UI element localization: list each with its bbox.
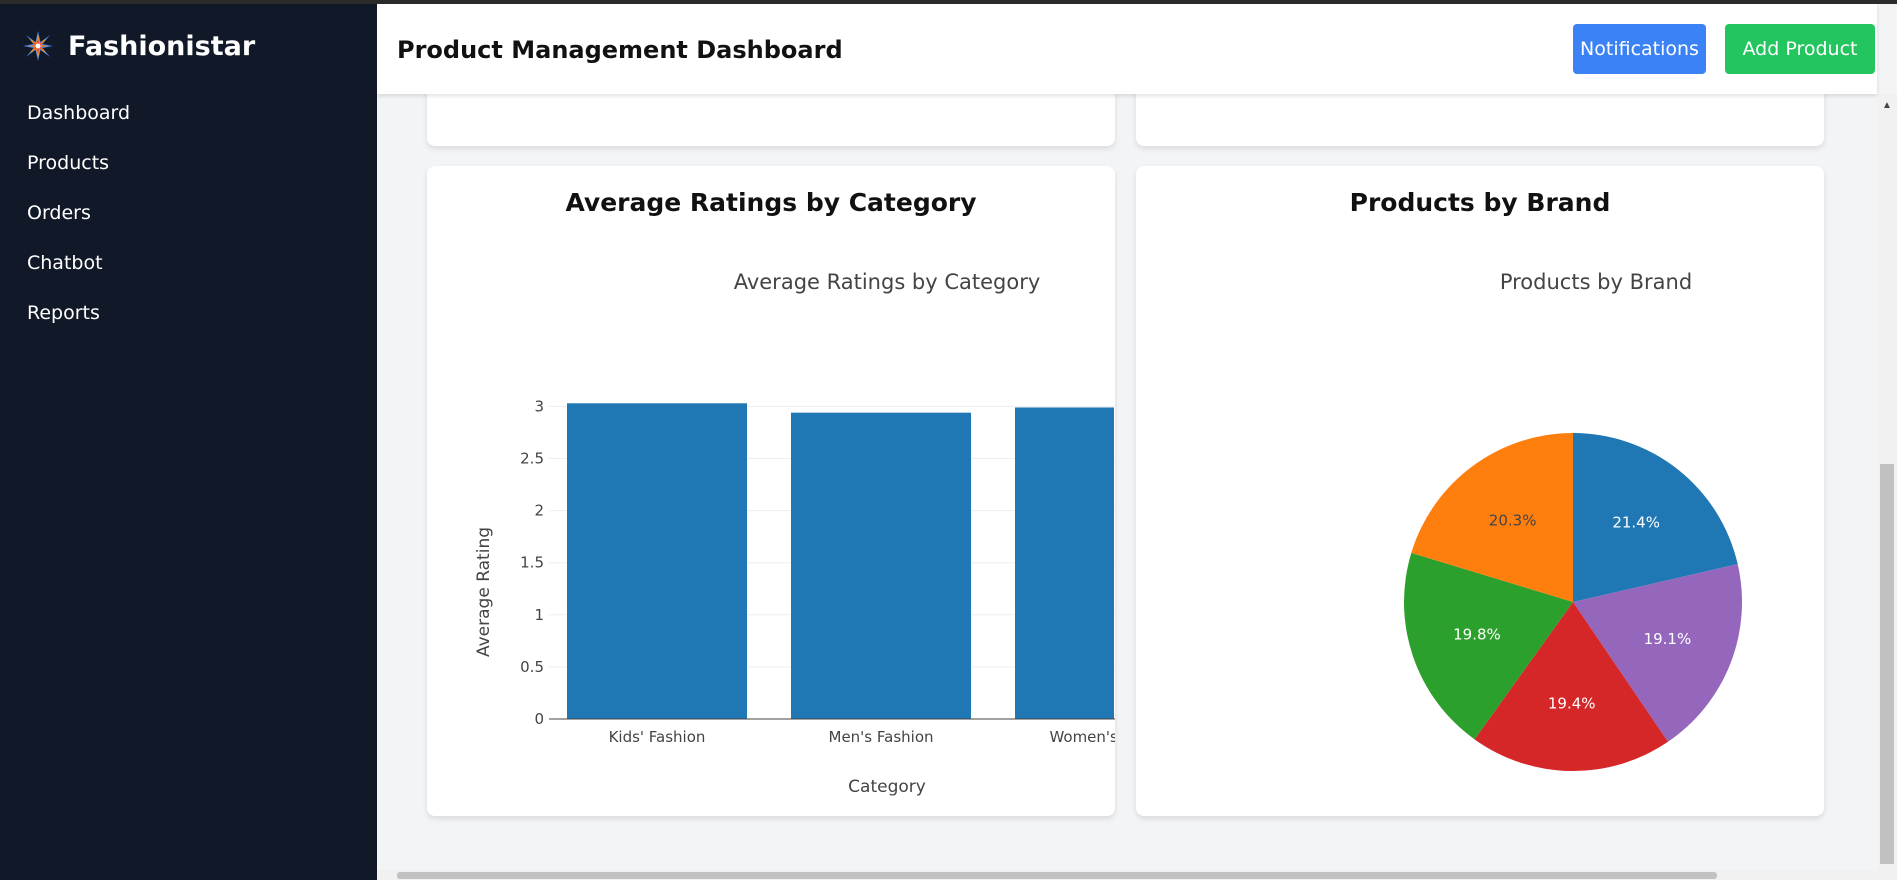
sidebar-item-dashboard[interactable]: Dashboard <box>27 96 130 146</box>
y-tick-label: 1 <box>534 606 544 624</box>
brand-card: Products by Brand Products by Brand 21.4… <box>1136 166 1824 816</box>
pie-slice-label: 19.1% <box>1644 630 1692 648</box>
y-tick-label: 0 <box>534 710 544 728</box>
sidebar: Fashionistar Dashboard Products Orders C… <box>0 4 377 880</box>
sidebar-item-orders[interactable]: Orders <box>27 196 130 246</box>
pie-slice-label: 20.3% <box>1489 512 1537 530</box>
bar[interactable] <box>791 412 971 719</box>
scroll-up-arrow-icon[interactable]: ▲ <box>1882 100 1892 111</box>
star-logo-icon <box>23 31 53 61</box>
vertical-scrollbar[interactable]: ▲ <box>1877 94 1897 880</box>
x-tick-label: Kids' Fashion <box>609 728 706 746</box>
add-product-button[interactable]: Add Product <box>1725 24 1875 74</box>
ratings-bar-chart[interactable]: Average Ratings by Category 0 0.5 1 1.5 2 2.5… <box>427 166 1115 816</box>
horizontal-scrollbar[interactable] <box>377 870 1877 880</box>
sidebar-nav: Dashboard Products Orders Chatbot Report… <box>27 96 130 346</box>
x-tick-label: Men's Fashion <box>829 728 934 746</box>
sidebar-item-products[interactable]: Products <box>27 146 130 196</box>
brand-name: Fashionistar <box>68 30 256 62</box>
x-axis-label: Category <box>848 777 926 797</box>
dashboard-content[interactable]: Average Ratings by Category Average Rati… <box>377 64 1897 880</box>
vertical-scrollbar-thumb[interactable] <box>1880 464 1894 864</box>
brand[interactable]: Fashionistar <box>22 30 255 62</box>
ratings-card: Average Ratings by Category Average Rati… <box>427 166 1115 816</box>
page-header: Product Management Dashboard Notificatio… <box>377 4 1877 94</box>
pie-slice-label: 19.4% <box>1548 694 1596 712</box>
brand-pie-chart[interactable]: Products by Brand 21.4% 19.1% 19.4% 19.8% 20… <box>1136 166 1824 816</box>
y-tick-label: 0.5 <box>520 658 544 676</box>
y-tick-label: 2 <box>534 502 544 520</box>
page-title: Product Management Dashboard <box>397 36 843 64</box>
bar[interactable] <box>567 403 747 719</box>
pie-slice-label: 19.8% <box>1453 626 1501 644</box>
notifications-button[interactable]: Notifications <box>1573 24 1706 74</box>
sidebar-item-reports[interactable]: Reports <box>27 296 130 346</box>
main-area: Product Management Dashboard Notificatio… <box>377 4 1897 880</box>
bar[interactable] <box>1015 407 1114 719</box>
y-tick-label: 1.5 <box>520 554 544 572</box>
y-tick-label: 2.5 <box>520 450 544 468</box>
y-axis-label: Average Rating <box>474 527 494 657</box>
chart-title: Products by Brand <box>1500 270 1692 294</box>
x-tick-label: Women's Fashi <box>1049 728 1115 746</box>
y-tick-label: 3 <box>534 397 544 415</box>
pie-slice-label: 21.4% <box>1612 514 1660 532</box>
chart-title: Average Ratings by Category <box>734 270 1041 294</box>
sidebar-item-chatbot[interactable]: Chatbot <box>27 246 130 296</box>
horizontal-scrollbar-thumb[interactable] <box>397 872 1717 879</box>
